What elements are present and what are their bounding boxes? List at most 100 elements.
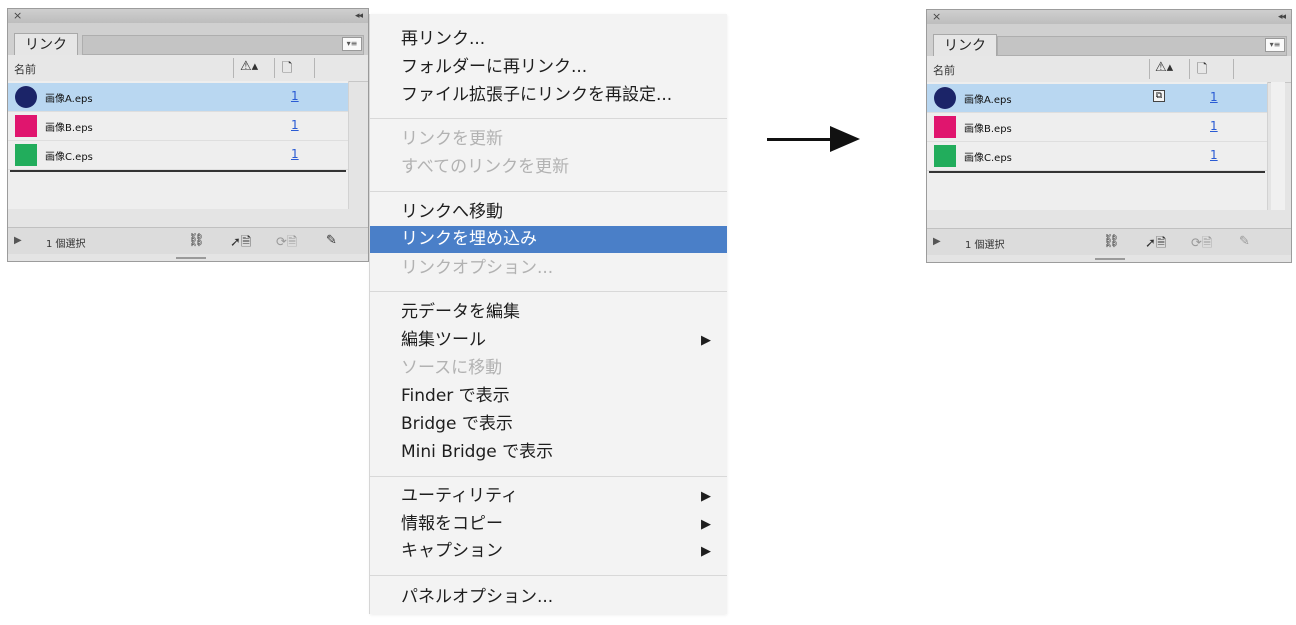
menu-item-captions[interactable]: キャプション ▶ [370,538,727,565]
collapse-icon[interactable]: ◂◂ [1278,10,1286,24]
links-panel-before: × ◂◂ リンク ▾≡ 名前 ⚠▴ 🗋 画像A.eps 1 画像B.eps 1 … [7,8,369,262]
menu-item-edit-with[interactable]: 編集ツール ▶ [370,327,727,354]
close-icon[interactable]: × [932,10,941,24]
edit-original-icon[interactable]: ✎ [1239,234,1250,249]
resize-grip[interactable] [176,257,206,259]
embedded-icon: ⧉ [1153,90,1165,102]
menu-item-reveal-in-finder[interactable]: Finder で表示 [370,383,727,410]
column-separator [1149,59,1150,79]
links-list: 画像A.eps ⧉ 1 画像B.eps 1 画像C.eps 1 [927,82,1268,210]
page-column-icon[interactable]: 🗋 [1197,60,1207,82]
list-item[interactable]: 画像C.eps 1 [8,141,348,170]
expand-info-icon[interactable]: ▶ [14,235,22,246]
page-link[interactable]: 1 [291,89,299,103]
panel-titlebar: × ◂◂ [927,10,1291,25]
menu-item-go-to-link[interactable]: リンクへ移動 [370,199,727,226]
page-link[interactable]: 1 [1210,148,1218,162]
go-to-link-icon[interactable]: ➚🗎 [1145,234,1166,256]
relink-icon[interactable]: ⛓ [1103,234,1120,249]
close-icon[interactable]: × [13,9,22,23]
menu-item-relink-to-folder[interactable]: フォルダーに再リンク... [370,54,727,81]
list-item[interactable]: 画像A.eps ⧉ 1 [927,84,1267,113]
menu-item-label: 編集ツール [401,330,486,350]
panel-footer: ▶ 1 個選択 ⛓ ➚🗎 ⟳🗎 ✎ [8,227,368,254]
menu-separator [370,291,727,292]
menu-separator [370,118,727,119]
column-separator [274,58,275,78]
thumbnail-image-c [15,144,37,166]
menu-item-link-options[interactable]: リンクオプション... [370,255,727,282]
page-link[interactable]: 1 [1210,90,1218,104]
menu-item-reveal-in-bridge[interactable]: Bridge で表示 [370,411,727,438]
expand-info-icon[interactable]: ▶ [933,236,941,247]
panel-titlebar: × ◂◂ [8,9,368,24]
go-to-link-icon[interactable]: ➚🗎 [230,233,251,255]
scrollbar[interactable] [1271,82,1285,210]
column-separator [1189,59,1190,79]
relink-icon[interactable]: ⛓ [188,233,205,248]
menu-item-label: ユーティリティ [401,486,518,506]
file-name: 画像A.eps [964,95,1012,106]
menu-item-utilities[interactable]: ユーティリティ ▶ [370,483,727,510]
update-link-icon[interactable]: ⟳🗎 [276,233,297,255]
menu-item-update-link[interactable]: リンクを更新 [370,126,727,153]
menu-item-go-to-source[interactable]: ソースに移動 [370,355,727,382]
list-item[interactable]: 画像C.eps 1 [927,142,1267,171]
panel-menu-button[interactable]: ▾≡ [1265,38,1285,52]
menu-item-embed-link[interactable]: リンクを埋め込み [370,226,727,253]
menu-item-panel-options[interactable]: パネルオプション... [370,584,727,611]
column-name-label[interactable]: 名前 [14,61,36,77]
menu-separator [370,476,727,477]
menu-item-reveal-in-mini-bridge[interactable]: Mini Bridge で表示 [370,439,727,466]
thumbnail-image-a [934,87,956,109]
group-divider [10,170,346,172]
column-header: 名前 ⚠▴ 🗋 [8,55,368,82]
submenu-arrow-icon: ▶ [701,517,711,532]
thumbnail-image-b [15,115,37,137]
tab-links[interactable]: リンク [14,33,78,56]
tab-links[interactable]: リンク [933,34,997,57]
menu-item-relink-file-extension[interactable]: ファイル拡張子にリンクを再設定... [370,82,727,109]
menu-item-relink[interactable]: 再リンク... [370,26,727,53]
column-header: 名前 ⚠▴ 🗋 [927,56,1291,83]
transition-arrow-shaft [767,138,839,141]
context-menu: 再リンク... フォルダーに再リンク... ファイル拡張子にリンクを再設定...… [370,14,727,614]
resize-grip[interactable] [1095,258,1125,260]
edit-original-icon[interactable]: ✎ [326,233,337,248]
column-separator [314,58,315,78]
collapse-icon[interactable]: ◂◂ [355,9,363,23]
submenu-arrow-icon: ▶ [701,489,711,504]
submenu-arrow-icon: ▶ [701,544,711,559]
selection-count: 1 個選択 [965,240,1005,251]
menu-item-edit-original[interactable]: 元データを編集 [370,299,727,326]
file-name: 画像A.eps [45,94,93,105]
menu-item-copy-info[interactable]: 情報をコピー ▶ [370,511,727,538]
list-item[interactable]: 画像B.eps 1 [8,112,348,141]
menu-item-label: キャプション [401,541,503,561]
menu-separator [370,575,727,576]
page-column-icon[interactable]: 🗋 [282,59,292,81]
file-name: 画像B.eps [964,124,1012,135]
links-list: 画像A.eps 1 画像B.eps 1 画像C.eps 1 [8,81,349,209]
file-name: 画像C.eps [45,152,93,163]
menu-item-label: 情報をコピー [401,514,503,534]
menu-item-update-all-links[interactable]: すべてのリンクを更新 [370,154,727,181]
column-separator [233,58,234,78]
tab-bar: リンク ▾≡ [927,24,1291,57]
page-link[interactable]: 1 [1210,119,1218,133]
panel-menu-button[interactable]: ▾≡ [342,37,362,51]
list-item[interactable]: 画像A.eps 1 [8,83,348,112]
tab-strip-background [82,35,364,55]
status-sort-icon[interactable]: ⚠▴ [240,59,258,74]
menu-separator [370,191,727,192]
list-item[interactable]: 画像B.eps 1 [927,113,1267,142]
page-link[interactable]: 1 [291,118,299,132]
update-link-icon[interactable]: ⟳🗎 [1191,234,1212,256]
thumbnail-image-a [15,86,37,108]
page-link[interactable]: 1 [291,147,299,161]
tab-bar: リンク ▾≡ [8,23,368,56]
column-name-label[interactable]: 名前 [933,62,955,78]
file-name: 画像C.eps [964,153,1012,164]
tab-strip-background [997,36,1287,56]
status-sort-icon[interactable]: ⚠▴ [1155,60,1173,75]
